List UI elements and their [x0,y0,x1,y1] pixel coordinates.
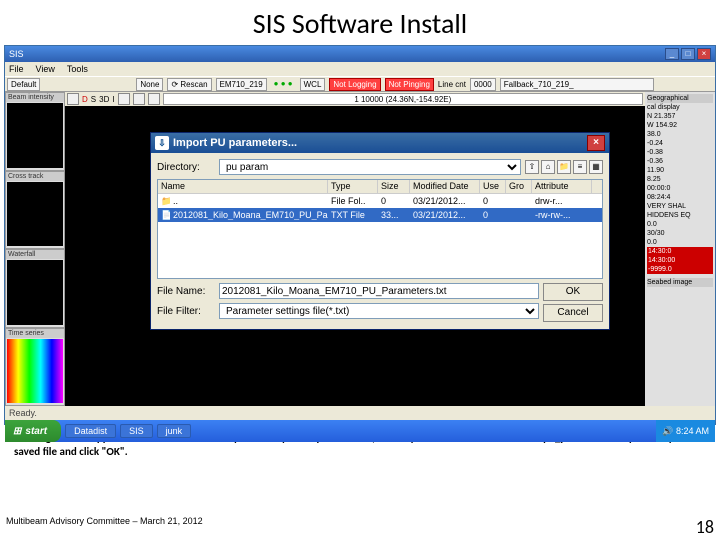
slide-title: SIS Software Install [0,0,720,45]
tb-none[interactable]: None [136,78,163,91]
home-icon[interactable]: ⌂ [541,160,555,174]
tb-em[interactable]: EM710_219 [216,78,267,91]
panel-time-series: Time series [5,328,65,407]
menu-tools[interactable]: Tools [67,64,88,74]
file-list[interactable]: Name Type Size Modified Date Use Gro Att… [157,179,603,279]
menu-view[interactable]: View [36,64,55,74]
new-folder-icon[interactable]: 📁 [557,160,571,174]
system-tray[interactable]: 🔊 8:24 AM [656,420,715,442]
status-dots-icon: ● ● ● [271,78,296,91]
center-area: DS3DI 1 10000 (24.36N,-154.92E) ⇩ Import… [65,92,645,406]
task-sis[interactable]: SIS [120,424,153,438]
menu-file[interactable]: File [9,64,24,74]
taskbar: ⊞ start Datadist SIS junk 🔊 8:24 AM [5,420,715,442]
line-cnt-value: 0000 [470,78,496,91]
file-row-selected[interactable]: 📄 2012081_Kilo_Moana_EM710_PU_Parameters… [158,208,602,222]
line-cnt-label: Line cnt [438,80,466,89]
view-list-icon[interactable]: ≡ [573,160,587,174]
clock: 8:24 AM [676,426,709,436]
view-detail-icon[interactable]: ▦ [589,160,603,174]
tool-icon[interactable] [148,93,160,105]
task-datadist[interactable]: Datadist [65,424,116,438]
file-row-parent[interactable]: 📁 .. File Fol.. 0 03/21/2012... 0 drw-r.… [158,194,602,208]
main-toolbar: Default None ⟳ Rescan EM710_219 ● ● ● WC… [5,76,715,92]
maximize-button[interactable]: □ [681,48,695,60]
tool-icon[interactable] [118,93,130,105]
tb-fallback[interactable]: Fallback_710_219_ [500,78,655,91]
app-title: SIS [9,49,24,59]
import-dialog: ⇩ Import PU parameters... × Directory: p… [150,132,610,330]
tool-icon[interactable] [67,93,79,105]
minimize-button[interactable]: _ [665,48,679,60]
up-folder-icon[interactable]: ⇧ [525,160,539,174]
sis-window: SIS _ □ × File View Tools Default None ⟳… [4,45,716,425]
filename-label: File Name: [157,286,215,297]
status-bar: Ready. [5,406,715,420]
tray-icon[interactable]: 🔊 [662,426,673,437]
window-titlebar: SIS _ □ × [5,46,715,62]
tb-wcl[interactable]: WCL [300,78,326,91]
folder-up-icon: 📁 [158,196,170,207]
directory-label: Directory: [157,162,215,173]
start-button[interactable]: ⊞ start [5,420,61,442]
filename-input[interactable] [219,283,539,299]
secondary-toolbar: DS3DI 1 10000 (24.36N,-154.92E) [65,92,645,106]
panel-waterfall: Waterfall [5,249,65,328]
filter-label: File Filter: [157,306,215,317]
import-icon: ⇩ [155,136,169,150]
task-junk[interactable]: junk [157,424,192,438]
dialog-titlebar: ⇩ Import PU parameters... × [151,133,609,153]
coord-display: 1 10000 (24.36N,-154.92E) [163,93,643,105]
windows-logo-icon: ⊞ [13,426,21,437]
footer-text: Multibeam Advisory Committee – March 21,… [6,516,203,538]
file-icon: 📄 [158,210,170,221]
menu-bar: File View Tools [5,62,715,76]
status-not-logging: Not Logging [329,78,380,91]
tb-default[interactable]: Default [7,78,40,91]
filter-select[interactable]: Parameter settings file(*.txt) [219,303,539,319]
right-info-panel: Geographical cal display N 21.357 W 154.… [645,92,715,406]
file-list-header: Name Type Size Modified Date Use Gro Att… [158,180,602,194]
dialog-title: Import PU parameters... [173,137,297,149]
panel-cross-track: Cross track [5,171,65,250]
tb-rescan[interactable]: ⟳ Rescan [167,78,211,91]
tool-icon[interactable] [133,93,145,105]
cancel-button[interactable]: Cancel [543,304,603,322]
ok-button[interactable]: OK [543,283,603,301]
panel-beam-intensity: Beam intensity [5,92,65,171]
left-panels: Beam intensity Cross track Waterfall Tim… [5,92,65,406]
dialog-close-button[interactable]: × [587,135,605,151]
status-not-pinging: Not Pinging [385,78,434,91]
close-button[interactable]: × [697,48,711,60]
directory-select[interactable]: pu param [219,159,521,175]
page-number: 18 [696,516,714,538]
